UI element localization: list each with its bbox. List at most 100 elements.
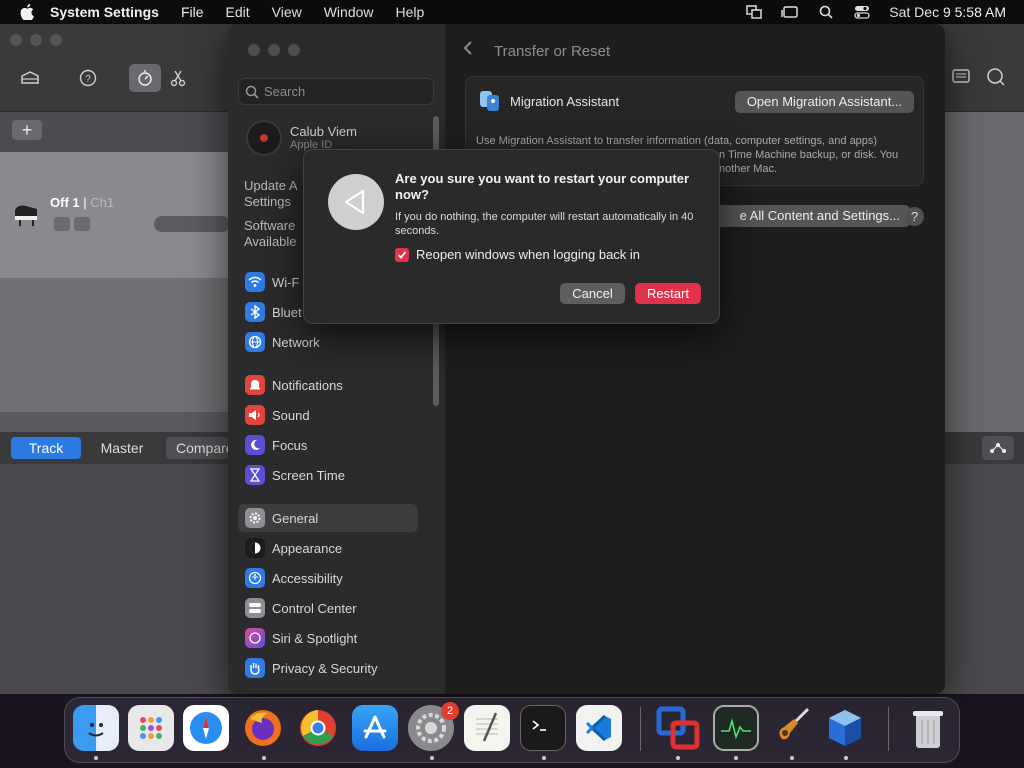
search-field[interactable] [238, 78, 434, 105]
sidebar-item-appearance[interactable]: Appearance [238, 534, 418, 562]
reopen-windows-checkbox[interactable]: Reopen windows when logging back in [395, 247, 640, 262]
speaker-icon [245, 405, 265, 425]
tab-master[interactable]: Master [86, 437, 158, 459]
update-apple-id-settings[interactable]: Update A Settings [244, 178, 298, 210]
restart-alert-dialog: Are you sure you want to restart your co… [303, 149, 720, 324]
mute-button[interactable] [54, 217, 70, 231]
dialog-title: Are you sure you want to restart your co… [395, 171, 690, 202]
sidebar-item-accessibility[interactable]: Accessibility [238, 564, 418, 592]
parallels-running-indicator [676, 756, 680, 760]
sidebar-item-label: Sound [272, 407, 310, 423]
sidebar-item-label: Control Center [272, 600, 357, 616]
sidebar-item-siri-spotlight[interactable]: Siri & Spotlight [238, 624, 418, 652]
app-store-icon[interactable] [352, 705, 398, 751]
settings-sidebar: Calub Viem Apple ID Update A Settings So… [228, 24, 445, 694]
add-track-button[interactable]: + [12, 120, 42, 140]
apple-menu-icon[interactable] [18, 3, 36, 21]
search-input[interactable] [264, 84, 424, 99]
track-channel-label: Ch1 [90, 195, 115, 210]
piano-icon [12, 200, 40, 228]
search-icon [245, 85, 259, 99]
sidebar-item-label: Wi-F [272, 274, 300, 290]
cancel-button[interactable]: Cancel [560, 283, 625, 304]
software-line-2: Available [244, 234, 297, 249]
window-controls [248, 44, 300, 56]
activity-monitor-icon[interactable] [713, 705, 759, 751]
dialog-message: If you do nothing, the computer will res… [395, 211, 694, 237]
vscode-icon[interactable] [576, 705, 622, 751]
window-icon[interactable] [781, 4, 799, 20]
sidebar-item-label: Focus [272, 437, 308, 453]
menu-view[interactable]: View [272, 4, 302, 20]
chrome-icon[interactable] [295, 705, 341, 751]
sidebar-item-label: Bluet [272, 304, 302, 320]
menu-help[interactable]: Help [396, 4, 425, 20]
sidebar-item-notifications[interactable]: Notifications [238, 371, 418, 399]
sidebar-item-focus[interactable]: Focus [238, 431, 418, 459]
menu-clock[interactable]: Sat Dec 9 5:58 AM [889, 4, 1006, 20]
parallels-icon[interactable] [655, 705, 701, 751]
hourglass-icon [245, 465, 265, 485]
launchpad-icon[interactable] [128, 705, 174, 751]
bluetooth-icon [245, 302, 265, 322]
page-title: Transfer or Reset [494, 43, 611, 60]
menu-window[interactable]: Window [324, 4, 374, 20]
help-icon[interactable]: ? [76, 66, 100, 90]
activity-monitor-running-indicator [734, 756, 738, 760]
screen-share-icon[interactable] [745, 4, 763, 20]
safari-icon[interactable] [183, 705, 229, 751]
menu-app-name[interactable]: System Settings [50, 4, 159, 20]
control-center-icon [245, 598, 265, 618]
sidebar-item-label: Accessibility [272, 570, 343, 586]
tab-track[interactable]: Track [11, 437, 81, 459]
textedit-icon[interactable] [464, 705, 510, 751]
appearance-icon [245, 538, 265, 558]
notepad-icon[interactable] [952, 68, 970, 89]
software-update-available[interactable]: Software Available [244, 218, 297, 250]
sidebar-item-general[interactable]: General [238, 504, 418, 532]
timeline-area [944, 112, 1024, 432]
sidebar-item-sound[interactable]: Sound [238, 401, 418, 429]
wifi-icon [245, 272, 265, 292]
sidebar-item-network[interactable]: Network [238, 328, 418, 356]
library-icon[interactable] [18, 66, 42, 90]
virtualbox-icon[interactable] [822, 705, 868, 751]
menu-file[interactable]: File [181, 4, 204, 20]
restart-button[interactable]: Restart [635, 283, 701, 304]
loops-icon[interactable] [986, 68, 1006, 91]
trash-icon[interactable] [905, 705, 951, 751]
terminal-icon[interactable] [520, 705, 566, 751]
sidebar-item-screen-time[interactable]: Screen Time [238, 461, 418, 489]
settings-main-pane: Transfer or Reset Migration Assistant Op… [445, 24, 945, 694]
close-window-button[interactable] [248, 44, 260, 56]
menu-edit[interactable]: Edit [226, 4, 250, 20]
editor-options-icon[interactable] [982, 436, 1014, 460]
help-button[interactable]: ? [905, 207, 924, 226]
sidebar-item-label: Appearance [272, 540, 343, 556]
finder-icon[interactable] [73, 705, 119, 751]
sidebar-item-label: General [272, 510, 319, 526]
back-chevron-icon[interactable] [463, 40, 473, 61]
track-name-label: Off 1 [50, 195, 80, 210]
scissors-icon[interactable] [166, 66, 190, 90]
smart-controls-icon[interactable] [129, 64, 161, 92]
checkmark-icon[interactable] [395, 247, 409, 262]
erase-all-content-button[interactable]: e All Content and Settings... [688, 205, 910, 227]
firefox-icon[interactable] [240, 705, 286, 751]
update-line-2: Settings [244, 194, 291, 209]
garageband-icon[interactable] [768, 705, 814, 751]
tab-compare[interactable]: Compare [166, 437, 236, 459]
spotlight-search-icon[interactable] [817, 4, 835, 20]
minimize-window-button[interactable] [268, 44, 280, 56]
migration-desc-line-1: Use Migration Assistant to transfer info… [476, 135, 878, 147]
zoom-window-button[interactable] [288, 44, 300, 56]
dock-separator [640, 707, 641, 751]
track-volume-slider[interactable] [154, 216, 230, 232]
open-migration-assistant-button[interactable]: Open Migration Assistant... [735, 91, 914, 113]
sidebar-item-privacy-security[interactable]: Privacy & Security [238, 654, 418, 682]
software-line-1: Software [244, 218, 296, 233]
track-name: Off 1 | Ch1 [50, 195, 115, 210]
sidebar-item-control-center[interactable]: Control Center [238, 594, 418, 622]
headphones-solo-button[interactable] [74, 217, 90, 231]
control-center-menu-icon[interactable] [853, 4, 871, 20]
